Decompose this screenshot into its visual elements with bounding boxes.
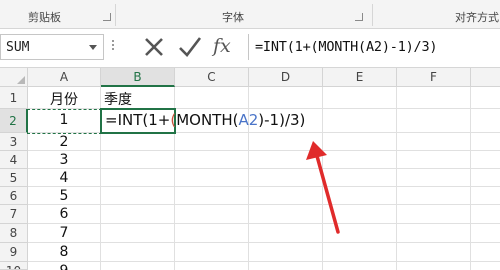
red-arrow-annotation <box>306 141 340 234</box>
font-group-label: 字体 <box>222 11 244 24</box>
ribbon-bar: 剪贴板 字体 对齐方式 <box>0 0 500 29</box>
formula-input[interactable]: =INT(1+(MONTH(A2)-1)/3) <box>248 34 500 60</box>
formula-bar: SUM fx =INT(1+(MONTH(A2)-1)/3) <box>0 29 500 68</box>
clipboard-launcher-icon[interactable] <box>103 13 111 21</box>
drag-handle-icon[interactable] <box>112 38 115 56</box>
name-box[interactable]: SUM <box>0 34 104 60</box>
fx-icon: fx <box>213 35 231 57</box>
name-box-value: SUM <box>6 40 30 55</box>
chevron-down-icon[interactable] <box>89 45 97 50</box>
insert-function-button[interactable]: fx <box>213 35 231 57</box>
formula-text: =INT(1+(MONTH(A2)-1)/3) <box>255 39 438 55</box>
clipboard-group-label: 剪贴板 <box>28 11 61 24</box>
group-separator <box>372 4 373 26</box>
check-icon <box>179 37 202 57</box>
enter-button[interactable] <box>176 33 204 61</box>
cancel-button[interactable] <box>140 33 168 61</box>
spreadsheet-grid: A B C D E F 1 2 3 4 5 6 7 8 9 10 月份 季度 1… <box>0 68 500 270</box>
close-icon <box>145 38 163 56</box>
alignment-group-label: 对齐方式 <box>455 11 499 24</box>
group-separator <box>115 4 116 26</box>
font-launcher-icon[interactable] <box>355 13 363 21</box>
